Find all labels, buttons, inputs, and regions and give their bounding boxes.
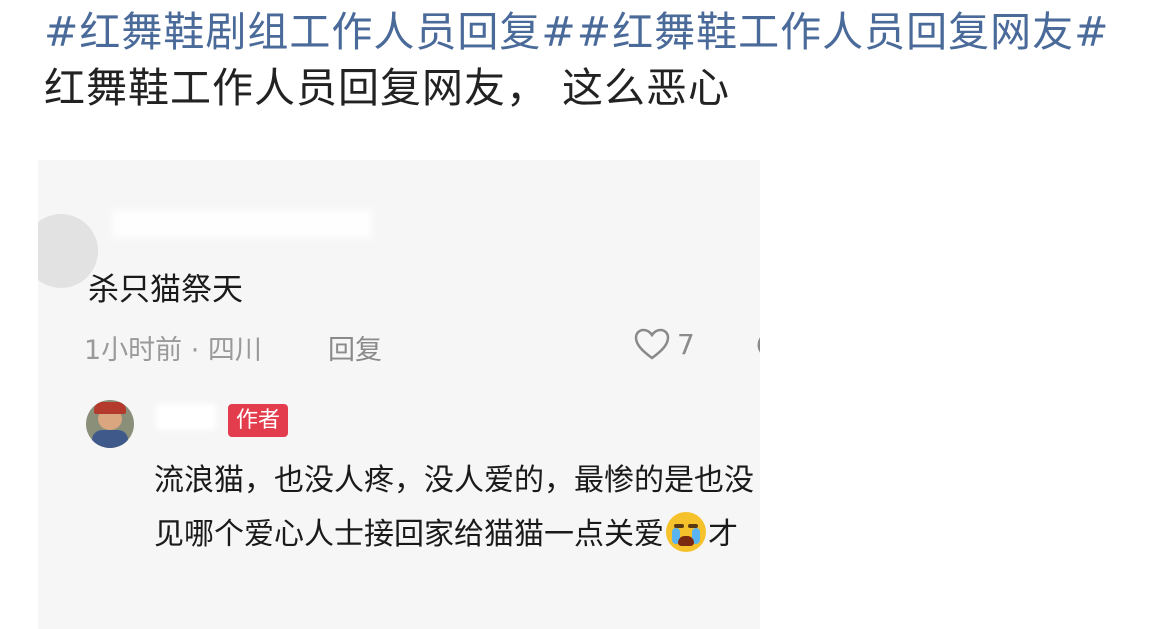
like-button[interactable]: 7 [633,327,695,361]
post-body-text: 红舞鞋工作人员回复网友， 这么恶心 [44,64,731,112]
author-badge: 作者 [228,404,289,437]
blurred-username [112,210,372,238]
post-text: #红舞鞋剧组工作人员回复##红舞鞋工作人员回复网友# 红舞鞋工作人员回复网友， … [44,4,1144,116]
heart-outline-icon [633,327,671,361]
reply-button[interactable]: 回复 [328,328,382,367]
embedded-comment-screenshot: 杀只猫祭天 1小时前 · 四川 回复 7 作者 流浪猫，也没人疼，没人爱的，最惨… [38,160,760,629]
crying-face-emoji-icon [666,512,706,552]
comment-text: 杀只猫祭天 [88,272,243,308]
hashtag-link-1[interactable]: #红舞鞋剧组工作人员回复# [44,8,577,56]
more-icon[interactable] [750,330,760,360]
like-count: 7 [677,327,695,361]
hashtag-link-2[interactable]: #红舞鞋工作人员回复网友# [577,8,1110,56]
reply-text-main: 流浪猫，也没人疼，没人爱的，最惨的是也没见哪个爱心人士接回家给猫猫一点关爱 [154,463,754,552]
author-reply-text: 流浪猫，也没人疼，没人爱的，最惨的是也没见哪个爱心人士接回家给猫猫一点关爱才 [154,454,760,562]
reply-text-tail: 才 [708,517,738,552]
comment-meta: 1小时前 · 四川 [84,335,262,366]
author-avatar [86,400,134,448]
blurred-author-name [156,404,216,430]
